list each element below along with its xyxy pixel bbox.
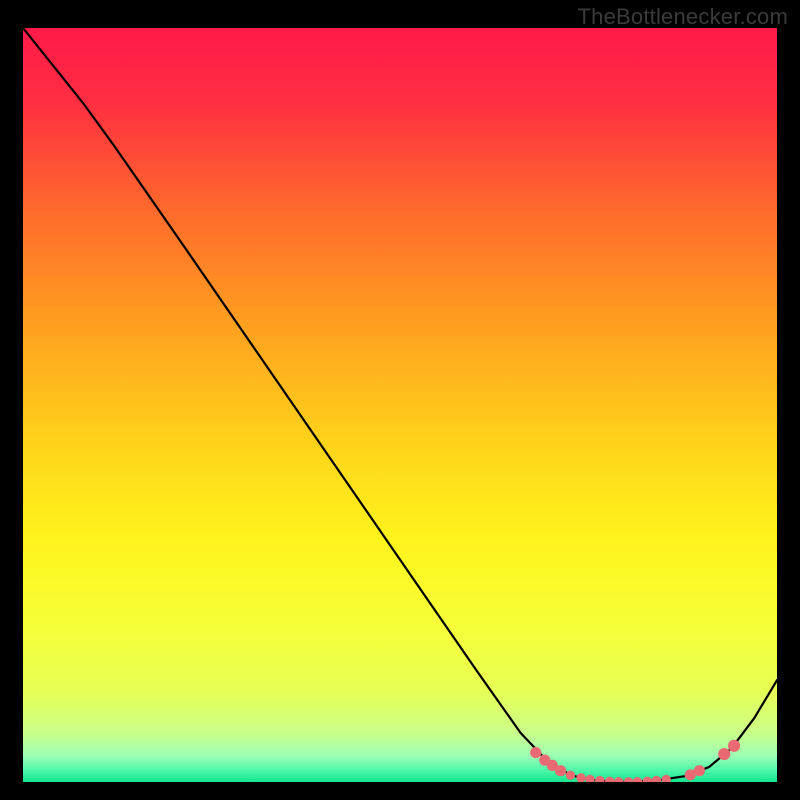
data-marker: [530, 747, 541, 758]
plot-area: [23, 28, 777, 782]
plot-svg: [23, 28, 777, 782]
data-marker: [694, 765, 705, 776]
data-marker: [728, 740, 740, 752]
data-marker: [555, 765, 566, 776]
data-marker: [718, 748, 730, 760]
attribution-text: TheBottlenecker.com: [578, 4, 788, 30]
data-marker: [566, 771, 575, 780]
gradient-background: [23, 28, 777, 782]
chart-frame: TheBottlenecker.com: [0, 0, 800, 800]
